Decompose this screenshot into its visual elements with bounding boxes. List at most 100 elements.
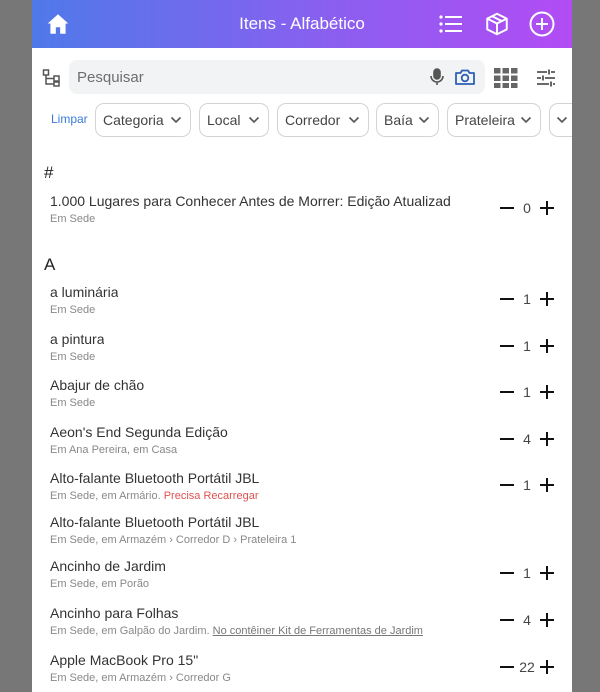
list-icon: [439, 15, 462, 33]
list-item[interactable]: Apple MacBook Pro 15" Em Sede, em Armazé…: [32, 652, 572, 692]
increase-button[interactable]: [538, 564, 556, 582]
containers-button[interactable]: [481, 8, 513, 40]
container-link[interactable]: No contêiner Kit de Ferramentas de Jardi…: [213, 625, 423, 637]
add-item-button[interactable]: [526, 8, 558, 40]
list-item[interactable]: Alto-falante Bluetooth Portátil JBL Em S…: [32, 514, 572, 554]
clear-filters-link[interactable]: Limpar: [51, 112, 88, 126]
item-location: Em Sede: [50, 213, 96, 225]
plus-icon: [540, 385, 554, 399]
decrease-button[interactable]: [498, 199, 516, 217]
decrease-button[interactable]: [498, 383, 516, 401]
grid-icon: [494, 68, 518, 88]
add-circle-icon: [529, 11, 555, 37]
minus-icon: [500, 298, 514, 300]
item-quantity: 22: [519, 659, 535, 675]
item-name: Alto-falante Bluetooth Portátil JBL: [50, 470, 260, 486]
item-location: Em Sede, em Armário. Precisa Recarregar: [50, 490, 258, 502]
grid-view-button[interactable]: [494, 68, 518, 88]
increase-button[interactable]: [538, 383, 556, 401]
filter-category-label: Categoria: [103, 112, 164, 128]
section-header: #: [44, 163, 54, 182]
increase-button[interactable]: [538, 658, 556, 676]
quantity-stepper: 1: [498, 562, 556, 584]
decrease-button[interactable]: [498, 476, 516, 494]
increase-button[interactable]: [538, 199, 556, 217]
item-location: Em Sede: [50, 351, 96, 363]
item-location: Em Sede, em Porão: [50, 578, 150, 590]
filter-shelf[interactable]: Prateleira: [447, 103, 541, 137]
minus-icon: [500, 619, 514, 621]
box-icon: [486, 12, 508, 36]
list-item[interactable]: Alto-falante Bluetooth Portátil JBL Em S…: [32, 470, 572, 510]
increase-button[interactable]: [538, 430, 556, 448]
chevron-down-icon: [348, 116, 360, 124]
item-quantity: 1: [523, 477, 531, 493]
item-name: a luminária: [50, 284, 119, 300]
filter-more[interactable]: [549, 103, 572, 137]
top-bar: Itens - Alfabético: [32, 0, 572, 48]
item-name: a pintura: [50, 331, 105, 347]
hierarchy-icon: [42, 69, 60, 87]
minus-icon: [500, 666, 514, 668]
plus-icon: [540, 339, 554, 353]
item-location: Em Sede, em Armazém › Corredor G: [50, 672, 231, 684]
filter-category[interactable]: Categoria: [95, 103, 191, 137]
item-location: Em Ana Pereira, em Casa: [50, 444, 178, 456]
hierarchy-button[interactable]: [42, 68, 62, 88]
minus-icon: [500, 345, 514, 347]
list-item[interactable]: Abajur de chão Em Sede 1: [32, 377, 572, 417]
list-item[interactable]: a luminária Em Sede 1: [32, 284, 572, 324]
filter-location[interactable]: Local: [199, 103, 269, 137]
item-name: Ancinho de Jardim: [50, 558, 166, 574]
filter-settings-button[interactable]: [534, 66, 558, 90]
item-quantity: 4: [523, 431, 531, 447]
list-item[interactable]: 1.000 Lugares para Conhecer Antes de Mor…: [32, 193, 572, 233]
minus-icon: [500, 207, 514, 209]
list-view-button[interactable]: [435, 8, 467, 40]
quantity-stepper: 1: [498, 288, 556, 310]
quantity-stepper: 4: [498, 428, 556, 450]
decrease-button[interactable]: [498, 611, 516, 629]
quantity-stepper: 1: [498, 474, 556, 496]
list-item[interactable]: Aeon's End Segunda Edição Em Ana Pereira…: [32, 424, 572, 464]
minus-icon: [500, 391, 514, 393]
filter-bay[interactable]: Baía: [376, 103, 439, 137]
chevron-down-icon: [170, 116, 182, 124]
minus-icon: [500, 438, 514, 440]
increase-button[interactable]: [538, 611, 556, 629]
minus-icon: [500, 484, 514, 486]
camera-icon: [455, 69, 475, 85]
minus-icon: [500, 572, 514, 574]
quantity-stepper: 4: [498, 609, 556, 631]
search-box: [69, 60, 485, 94]
increase-button[interactable]: [538, 290, 556, 308]
filter-aisle[interactable]: Corredor: [277, 103, 369, 137]
item-name: 1.000 Lugares para Conhecer Antes de Mor…: [50, 193, 450, 209]
section-header: A: [44, 255, 56, 274]
item-name: Apple MacBook Pro 15": [50, 652, 199, 668]
plus-icon: [540, 478, 554, 492]
decrease-button[interactable]: [498, 658, 516, 676]
list-item[interactable]: a pintura Em Sede 1: [32, 331, 572, 371]
app-window: Itens - Alfabético Pesquisar Limpar Cate…: [32, 0, 572, 692]
item-name: Aeon's End Segunda Edição: [50, 424, 228, 440]
list-item[interactable]: Ancinho de Jardim Em Sede, em Porão 1: [32, 558, 572, 598]
item-quantity: 0: [523, 200, 531, 216]
item-name: Ancinho para Folhas: [50, 605, 179, 621]
voice-search-button[interactable]: [427, 67, 447, 87]
decrease-button[interactable]: [498, 564, 516, 582]
list-item[interactable]: Ancinho para Folhas Em Sede, em Galpão d…: [32, 605, 572, 645]
filter-aisle-label: Corredor: [285, 112, 341, 128]
decrease-button[interactable]: [498, 337, 516, 355]
chevron-down-icon: [248, 116, 260, 124]
increase-button[interactable]: [538, 337, 556, 355]
increase-button[interactable]: [538, 476, 556, 494]
decrease-button[interactable]: [498, 290, 516, 308]
quantity-stepper: 1: [498, 335, 556, 357]
search-input[interactable]: [77, 66, 407, 88]
filter-bay-label: Baía: [384, 112, 413, 128]
microphone-icon: [430, 68, 444, 85]
decrease-button[interactable]: [498, 430, 516, 448]
camera-search-button[interactable]: [454, 66, 476, 88]
quantity-stepper: 1: [498, 381, 556, 403]
